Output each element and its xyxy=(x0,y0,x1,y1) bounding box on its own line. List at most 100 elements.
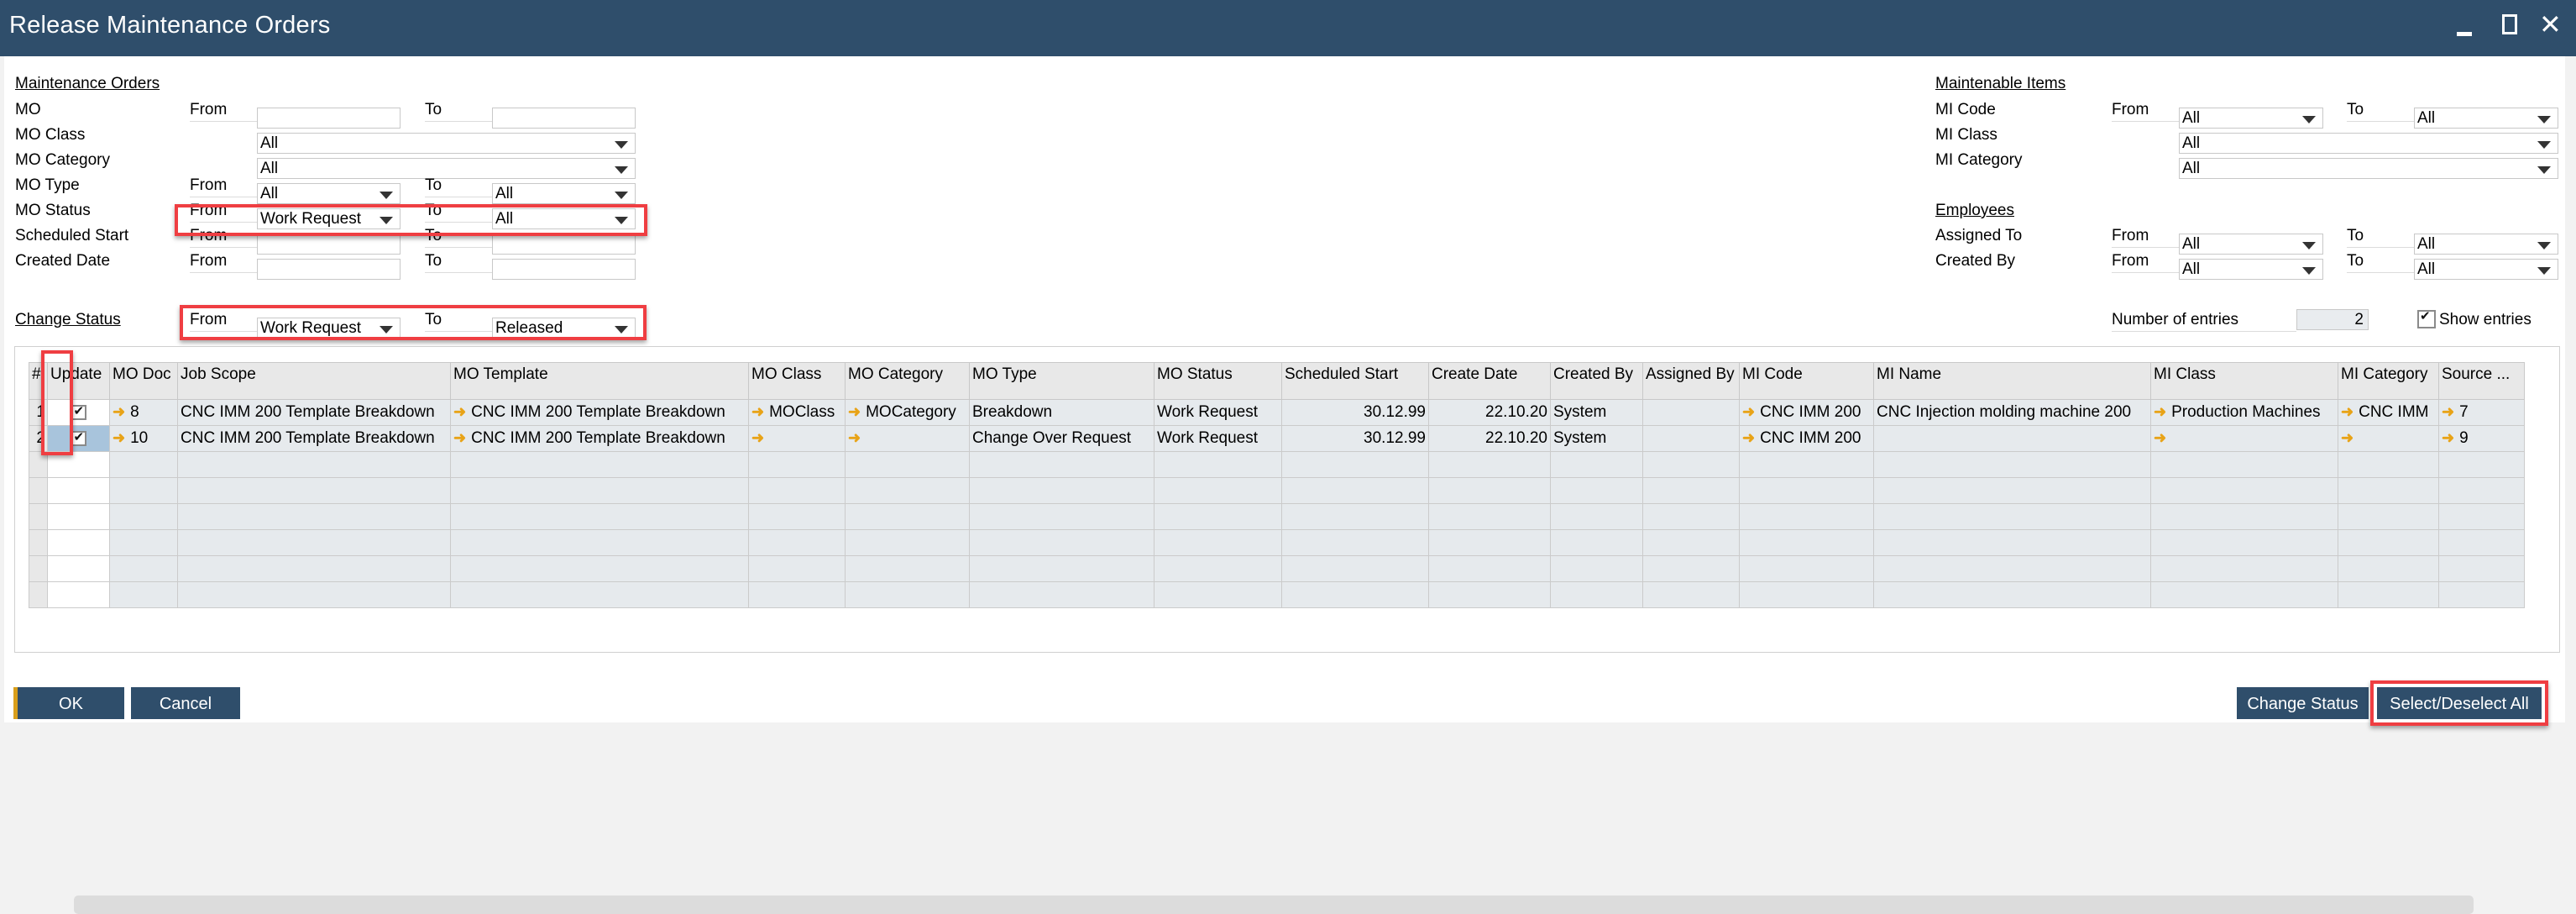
mo-to-input[interactable] xyxy=(492,108,636,129)
cell-value: CNC IMM 200 Template Breakdown xyxy=(471,429,725,447)
empty-cell xyxy=(2150,503,2338,530)
cell-value: 30.12.99 xyxy=(1364,429,1426,447)
empty-row xyxy=(29,555,2525,582)
link-arrow-icon[interactable]: ➜ xyxy=(1742,403,1755,420)
scheduled-start-from-input[interactable] xyxy=(257,234,401,255)
assigned-to-to-select[interactable]: All xyxy=(2414,234,2558,255)
mo-type-from-select[interactable]: All xyxy=(257,183,401,204)
column-header[interactable]: MO Doc xyxy=(109,362,178,400)
column-header[interactable]: Scheduled Start xyxy=(1281,362,1429,400)
column-header[interactable]: MO Class xyxy=(748,362,846,400)
column-header[interactable]: Source ... xyxy=(2438,362,2525,400)
link-arrow-icon[interactable]: ➜ xyxy=(751,403,764,420)
empty-row xyxy=(29,581,2525,608)
mi-code-to-select[interactable]: All xyxy=(2414,108,2558,129)
empty-cell xyxy=(1428,529,1551,556)
link-arrow-icon[interactable]: ➜ xyxy=(453,429,466,446)
change-status-from-label: From xyxy=(190,310,257,332)
column-header[interactable]: # xyxy=(29,362,48,400)
column-header[interactable]: Update xyxy=(47,362,110,400)
scheduled-start-to-input[interactable] xyxy=(492,234,636,255)
created-by-to-select[interactable]: All xyxy=(2414,259,2558,280)
created-date-from-input[interactable] xyxy=(257,259,401,280)
column-header[interactable]: MO Category xyxy=(845,362,970,400)
column-header[interactable]: MI Name xyxy=(1873,362,2151,400)
empty-cell xyxy=(748,529,846,556)
update-checkbox[interactable] xyxy=(71,429,86,446)
cell-value: System xyxy=(1553,429,1607,447)
cancel-button[interactable]: Cancel xyxy=(131,687,240,719)
link-arrow-icon[interactable]: ➜ xyxy=(113,403,125,420)
change-status-button[interactable]: Change Status xyxy=(2237,687,2369,719)
column-header[interactable]: MI Class xyxy=(2150,362,2338,400)
mo-from-input[interactable] xyxy=(257,108,401,129)
link-arrow-icon[interactable]: ➜ xyxy=(2442,403,2454,420)
empty-cell xyxy=(1739,477,1874,504)
link-arrow-icon[interactable]: ➜ xyxy=(2341,403,2353,420)
mo-type-to-select[interactable]: All xyxy=(492,183,636,204)
column-header[interactable]: MO Status xyxy=(1154,362,1282,400)
link-arrow-icon[interactable]: ➜ xyxy=(848,429,861,446)
number-of-entries-value: 2 xyxy=(2296,309,2369,330)
empty-cell xyxy=(845,581,970,608)
link-arrow-icon[interactable]: ➜ xyxy=(2341,429,2353,446)
link-arrow-icon[interactable]: ➜ xyxy=(453,403,466,420)
created-by-to-label: To xyxy=(2347,251,2414,273)
minimize-icon[interactable] xyxy=(2457,32,2472,36)
mo-class-select[interactable]: All xyxy=(257,133,636,154)
scheduled-start-label: Scheduled Start xyxy=(15,227,129,244)
empty-row xyxy=(29,529,2525,556)
ok-button[interactable]: OK xyxy=(13,687,124,719)
column-header[interactable]: MI Code xyxy=(1739,362,1874,400)
mo-status-from-select[interactable]: Work Request xyxy=(257,208,401,229)
empty-cell xyxy=(1281,581,1429,608)
empty-cell xyxy=(1739,529,1874,556)
column-header[interactable]: Job Scope xyxy=(177,362,451,400)
horizontal-scrollbar[interactable] xyxy=(74,896,2474,914)
created-date-to-input[interactable] xyxy=(492,259,636,280)
mi-class-select[interactable]: All xyxy=(2179,133,2558,154)
show-entries-label: Show entries xyxy=(2439,311,2531,328)
table-row[interactable]: 2 ➜ 10 CNC IMM 200 Template Breakdown ➜ CNC I… xyxy=(29,425,2525,452)
empty-cell xyxy=(47,477,110,504)
mo-class-label: MO Class xyxy=(15,126,86,144)
link-arrow-icon[interactable]: ➜ xyxy=(848,403,861,420)
update-checkbox[interactable] xyxy=(71,403,86,420)
table-row[interactable]: 1➜8CNC IMM 200 Template Breakdown➜CNC IM… xyxy=(29,399,2525,426)
cell-assigned-by xyxy=(1642,425,1740,452)
cell-value: CNC IMM 200 xyxy=(1760,403,1861,421)
link-arrow-icon[interactable]: ➜ xyxy=(113,429,125,446)
cell-mi-code: ➜ CNC IMM 200 xyxy=(1739,399,1874,426)
scheduled-start-from-label: From xyxy=(190,226,257,248)
close-icon[interactable]: ✕ xyxy=(2539,8,2562,40)
column-header[interactable]: Create Date xyxy=(1428,362,1551,400)
cell-source: ➜ 9 xyxy=(2438,425,2525,452)
column-header[interactable]: MO Type xyxy=(969,362,1154,400)
column-header[interactable]: MI Category xyxy=(2338,362,2439,400)
link-arrow-icon[interactable]: ➜ xyxy=(751,429,764,446)
column-header[interactable]: Assigned By xyxy=(1642,362,1740,400)
empty-cell xyxy=(2438,451,2525,478)
empty-cell xyxy=(47,581,110,608)
link-arrow-icon[interactable]: ➜ xyxy=(2154,429,2166,446)
column-header[interactable]: MO Template xyxy=(450,362,749,400)
change-status-to-select[interactable]: Released xyxy=(492,318,636,339)
row-number: 2 xyxy=(29,425,48,452)
link-arrow-icon[interactable]: ➜ xyxy=(2442,429,2454,446)
cell-value: Work Request xyxy=(1157,429,1259,447)
mi-category-select[interactable]: All xyxy=(2179,158,2558,179)
cell-create-date: 22.10.20 xyxy=(1428,399,1551,426)
created-by-from-select[interactable]: All xyxy=(2179,259,2323,280)
mo-status-to-select[interactable]: All xyxy=(492,208,636,229)
mi-code-from-select[interactable]: All xyxy=(2179,108,2323,129)
assigned-to-from-select[interactable]: All xyxy=(2179,234,2323,255)
select-deselect-all-button[interactable]: Select/Deselect All xyxy=(2377,687,2542,719)
column-header[interactable]: Created By xyxy=(1550,362,1643,400)
show-entries-checkbox[interactable] xyxy=(2417,308,2436,328)
empty-cell xyxy=(1642,503,1740,530)
maximize-icon[interactable] xyxy=(2502,14,2517,34)
mo-category-label: MO Category xyxy=(15,151,110,169)
change-status-from-select[interactable]: Work Request xyxy=(257,318,401,339)
link-arrow-icon[interactable]: ➜ xyxy=(1742,429,1755,446)
link-arrow-icon[interactable]: ➜ xyxy=(2154,403,2166,420)
